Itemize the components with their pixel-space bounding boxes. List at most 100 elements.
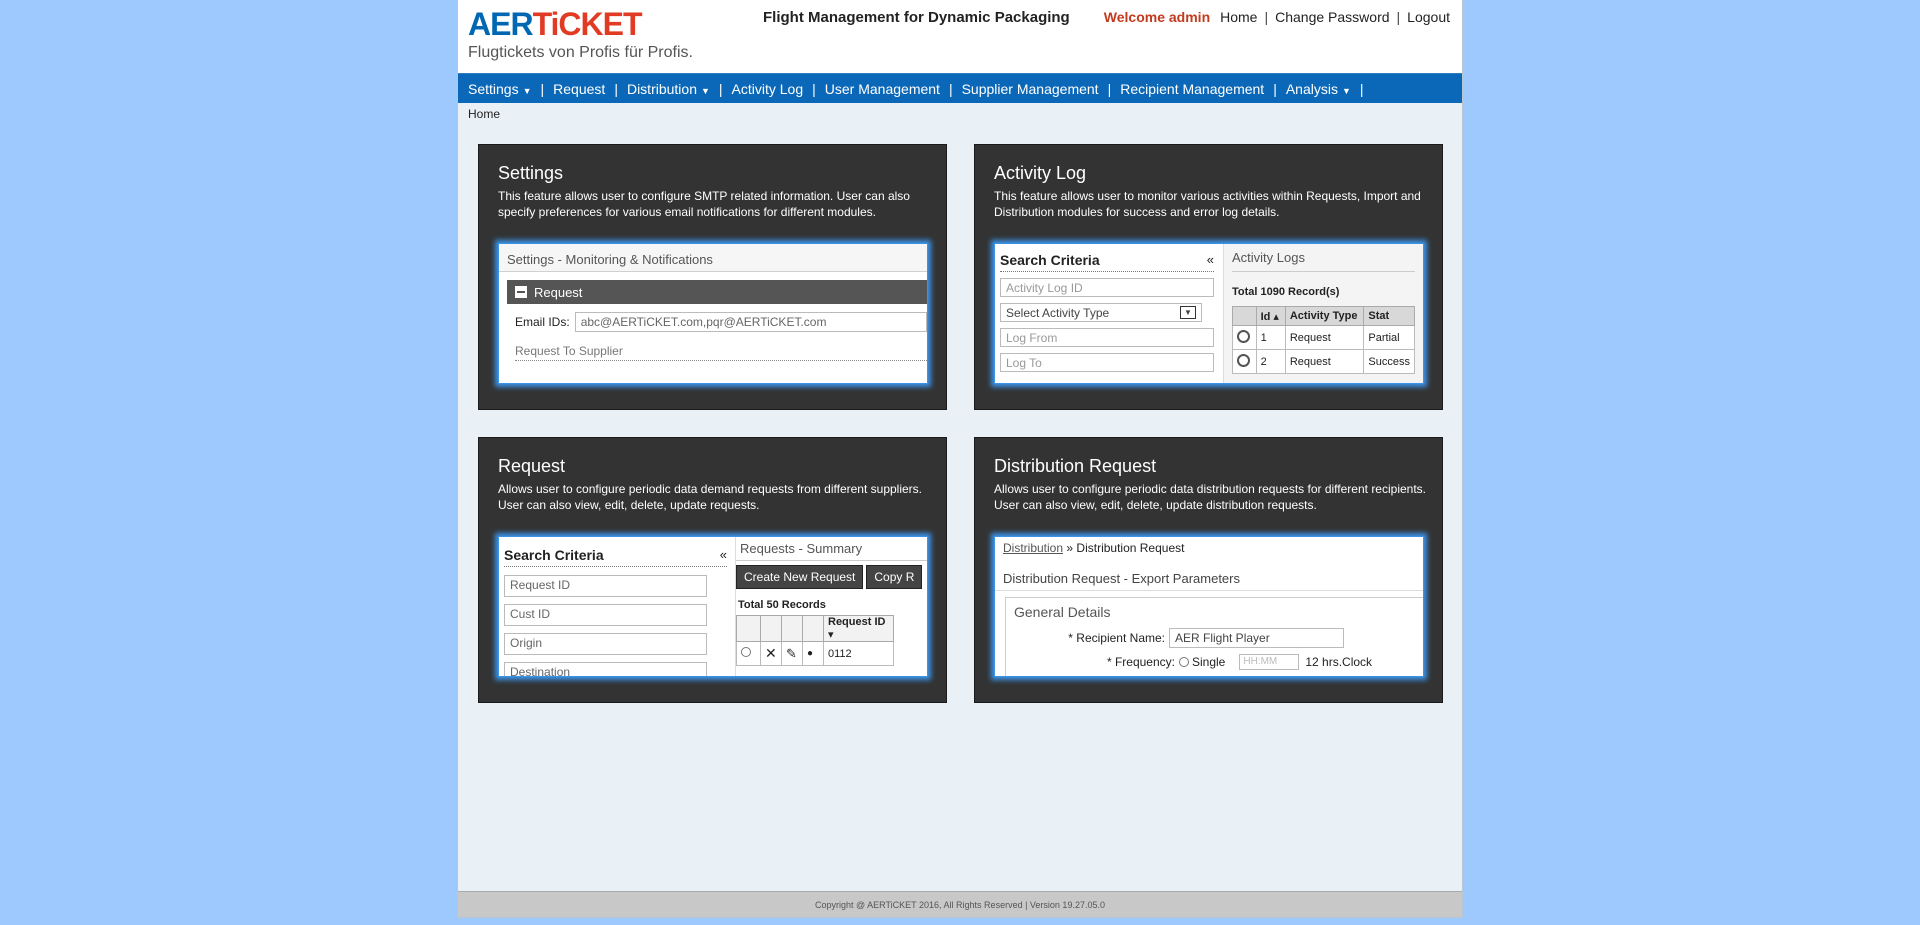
menu-distribution[interactable]: Distribution ▼	[627, 81, 710, 97]
dropdown-arrow-icon: ▼	[1180, 306, 1196, 319]
recipient-name-field: AER Flight Player	[1169, 628, 1344, 648]
table-cell	[1232, 325, 1257, 350]
table-header	[781, 615, 803, 642]
table-header-row: Id ▴ Activity Type Stat	[1232, 306, 1415, 326]
card-title: Settings	[498, 163, 564, 183]
distribution-preview-image[interactable]: Distribution » Distribution Request Dist…	[994, 536, 1424, 677]
table-row: 2 Request Success	[1232, 349, 1415, 374]
table-header	[1232, 306, 1257, 326]
card-description: This feature allows user to configure SM…	[498, 189, 910, 219]
requests-summary-title: Requests - Summary	[736, 541, 927, 561]
menu-analysis[interactable]: Analysis ▼	[1286, 81, 1351, 97]
menu-activity-log[interactable]: Activity Log	[732, 81, 804, 97]
breadcrumb-current: Distribution Request	[1076, 541, 1185, 555]
collapse-minus-icon	[515, 286, 527, 298]
card-description: Allows user to configure periodic data d…	[498, 482, 923, 512]
collapse-double-chevron-icon: «	[1206, 252, 1214, 267]
logout-link[interactable]: Logout	[1407, 9, 1450, 25]
settings-card[interactable]: Settings This feature allows user to con…	[478, 144, 947, 410]
activity-logs-table: Id ▴ Activity Type Stat 1 Request Partia…	[1232, 306, 1415, 374]
card-title: Distribution Request	[994, 456, 1157, 476]
menu-request[interactable]: Request	[553, 81, 605, 97]
distribution-request-card[interactable]: Distribution Request Allows user to conf…	[974, 437, 1443, 703]
page-container: AERTiCKET Flugtickets von Profis für Pro…	[457, 0, 1463, 918]
divider: |	[1273, 80, 1277, 97]
table-cell: Request	[1284, 325, 1365, 350]
search-criteria-title: Search Criteria «	[1000, 252, 1214, 272]
search-criteria-title: Search Criteria «	[504, 547, 727, 567]
activity-log-card[interactable]: Activity Log This feature allows user to…	[974, 144, 1443, 410]
table-header	[802, 615, 824, 642]
magnifier-icon	[1237, 329, 1250, 343]
frequency-option: Single	[1192, 655, 1226, 669]
divider: |	[1107, 80, 1112, 97]
change-password-link[interactable]: Change Password	[1275, 9, 1389, 25]
request-card[interactable]: Request Allows user to configure periodi…	[478, 437, 947, 703]
table-cell: Partial	[1363, 325, 1415, 350]
table-header: Request ID ▾	[823, 615, 894, 642]
chevron-down-icon: ▼	[1341, 85, 1351, 96]
table-cell: ✕	[760, 641, 782, 666]
frequency-label: * Frequency:	[1106, 655, 1175, 669]
total-records: Total 1090 Record(s)	[1232, 286, 1340, 298]
create-new-request-button: Create New Request	[736, 565, 864, 589]
table-header	[736, 615, 761, 642]
recipient-row: * Recipient Name: AER Flight Player	[1014, 628, 1415, 648]
main-menu: Settings ▼ | Request | Distribution ▼ | Ac…	[458, 73, 1462, 103]
activity-log-id-input: Activity Log ID	[1000, 278, 1214, 297]
menu-settings[interactable]: Settings ▼	[468, 81, 532, 97]
settings-preview-image[interactable]: Settings - Monitoring & Notifications Re…	[498, 243, 928, 384]
divider: |	[1359, 80, 1364, 97]
table-header-row: Request ID ▾	[736, 615, 894, 642]
table-header	[760, 615, 782, 642]
breadcrumb-separator: »	[1066, 541, 1074, 555]
request-id-input: Request ID	[504, 575, 707, 597]
menu-supplier-management[interactable]: Supplier Management	[962, 81, 1099, 97]
table-cell: ✎	[781, 641, 803, 666]
app-title: Flight Management for Dynamic Packaging	[763, 9, 1070, 26]
cust-id-input: Cust ID	[504, 604, 707, 626]
activity-log-preview-image[interactable]: Search Criteria « Activity Log ID Select …	[994, 243, 1424, 384]
request-buttons: Create New Request Copy R	[736, 565, 927, 589]
divider: |	[718, 80, 723, 97]
email-label: Email IDs:	[515, 315, 570, 329]
header: AERTiCKET Flugtickets von Profis für Pro…	[458, 0, 1462, 73]
welcome-text: Welcome admin	[1103, 9, 1211, 25]
recipient-label: * Recipient Name:	[1068, 631, 1165, 645]
divider: |	[948, 80, 953, 97]
chevron-down-icon: ▼	[522, 85, 532, 96]
tools-icon: ✕	[765, 645, 777, 661]
home-link[interactable]: Home	[1220, 9, 1257, 25]
divider: |	[540, 80, 545, 97]
divider: |	[1396, 9, 1401, 25]
search-criteria-panel: Search Criteria « Request ID Cust ID Orig…	[499, 537, 732, 676]
menu-recipient-management[interactable]: Recipient Management	[1120, 81, 1264, 97]
email-row: Email IDs: abc@AERTiCKET.com,pqr@AERTiCK…	[499, 304, 927, 332]
chevron-down-icon: ▼	[700, 85, 710, 96]
activity-logs-panel: Activity Logs Total 1090 Record(s) Id ▴ …	[1223, 244, 1423, 383]
general-details-title: General Details	[1014, 604, 1111, 620]
card-description: Allows user to configure periodic data d…	[994, 482, 1427, 512]
table-cell: Success	[1363, 349, 1415, 374]
frequency-row: * Frequency: Single HH:MM 12 hrs.Clock	[1014, 654, 1415, 670]
table-cell: 2	[1255, 349, 1286, 374]
table-cell: Request	[1284, 349, 1365, 374]
table-cell	[1232, 349, 1257, 374]
preview-breadcrumb: Distribution » Distribution Request	[995, 537, 1423, 559]
divider: |	[614, 80, 618, 97]
card-title: Request	[498, 456, 566, 476]
logo-tagline: Flugtickets von Profis für Profis.	[468, 44, 693, 61]
activity-type-select: Select Activity Type ▼	[1000, 303, 1202, 322]
status-dot-icon: ●	[807, 648, 814, 659]
table-cell	[736, 641, 761, 666]
aerticket-logo[interactable]: AERTiCKET Flugtickets von Profis für Pro…	[468, 8, 728, 65]
menu-user-management[interactable]: User Management	[825, 81, 940, 97]
table-row: 1 Request Partial	[1232, 325, 1415, 350]
request-to-supplier-heading: Request To Supplier	[515, 344, 927, 361]
user-nav: Welcome admin Home | Change Password | L…	[1104, 9, 1450, 25]
log-to-input: Log To	[1000, 353, 1214, 372]
request-preview-image[interactable]: Search Criteria « Request ID Cust ID Orig…	[498, 536, 928, 677]
copy-request-button: Copy R	[866, 565, 923, 589]
table-cell: 0112	[823, 641, 894, 666]
log-from-input: Log From	[1000, 328, 1214, 347]
